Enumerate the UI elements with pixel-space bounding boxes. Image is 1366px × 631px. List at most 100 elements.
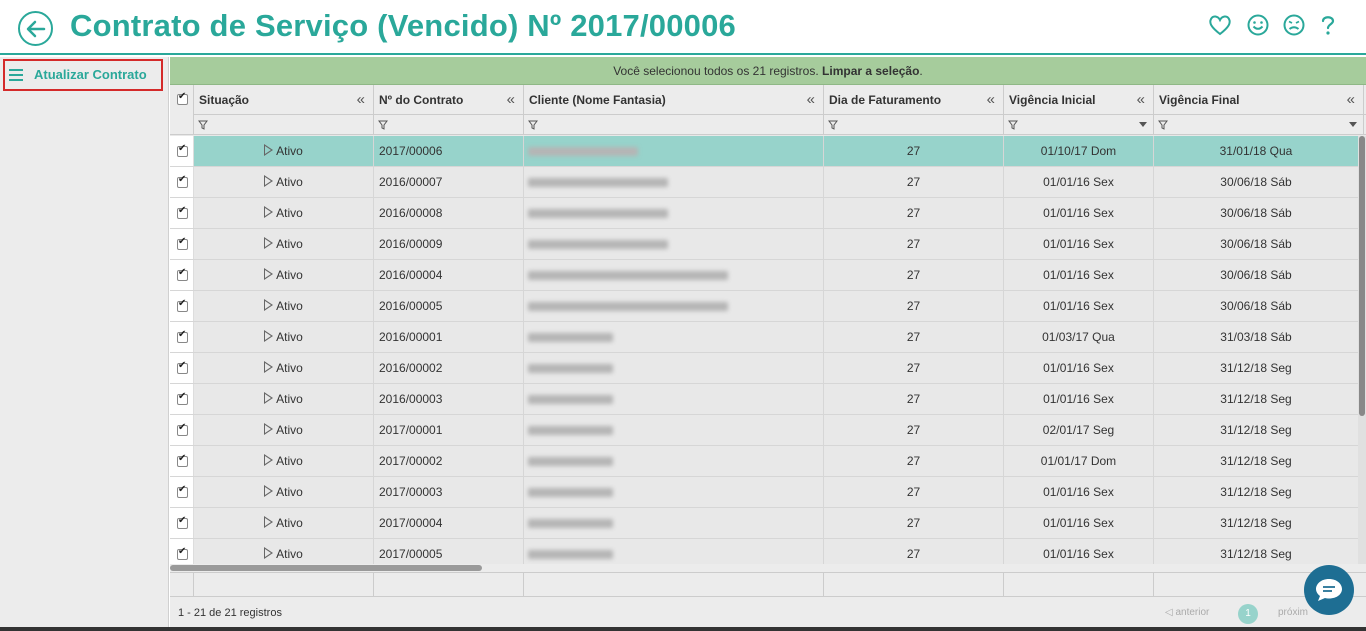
table-row[interactable]: Ativo2017/00003 2701/01/16 Sex 31/12/18 Se… (170, 477, 1358, 508)
column-header-end-date[interactable]: Vigência Final « (1154, 85, 1364, 115)
cell-start-date: 01/01/16 Sex (1004, 353, 1154, 383)
select-all-cell (170, 85, 194, 115)
table-row[interactable]: Ativo2016/00003 2701/01/16 Sex 31/12/18 Se… (170, 384, 1358, 415)
filter-end-date[interactable] (1154, 115, 1364, 135)
cell-start-date: 01/01/17 Dom (1004, 446, 1154, 476)
table-row[interactable]: Ativo2017/00006 2701/10/17 Dom 31/01/18 Qu… (170, 136, 1358, 167)
footer-cell (170, 573, 194, 597)
cell-contract-number: 2016/00007 (374, 167, 524, 197)
redacted-client-name (528, 395, 613, 404)
row-checkbox[interactable] (177, 391, 188, 405)
redacted-client-name (528, 178, 668, 187)
cell-client (524, 415, 824, 445)
row-checkbox[interactable] (177, 484, 188, 498)
horizontal-scrollbar-thumb[interactable] (170, 565, 482, 571)
horizontal-scrollbar[interactable] (170, 564, 1366, 572)
table-row[interactable]: Ativo2016/00002 2701/01/16 Sex 31/12/18 Se… (170, 353, 1358, 384)
help-button[interactable] (1315, 12, 1341, 38)
column-header-start-date[interactable]: Vigência Inicial « (1004, 85, 1154, 115)
pager-previous-button[interactable]: ◁ anterior (1165, 607, 1209, 618)
hamburger-icon (9, 69, 23, 81)
play-icon (264, 237, 274, 249)
row-checkbox[interactable] (177, 143, 188, 157)
row-checkbox-cell (170, 322, 194, 352)
filter-dropdown-icon[interactable] (1139, 122, 1147, 127)
row-checkbox[interactable] (177, 174, 188, 188)
column-header-billing-day[interactable]: Dia de Faturamento « (824, 85, 1004, 115)
vertical-scrollbar[interactable] (1358, 136, 1366, 564)
positive-feedback-button[interactable] (1245, 12, 1271, 38)
clear-selection-link[interactable]: Limpar a seleção (822, 64, 919, 78)
collapse-column-icon[interactable]: « (1137, 85, 1145, 115)
filter-client[interactable] (524, 115, 824, 135)
cell-end-date: 31/12/18 Seg (1220, 485, 1292, 499)
row-checkbox[interactable] (177, 298, 188, 312)
row-checkbox-cell (170, 353, 194, 383)
cell-end-date: 31/12/18 Seg (1220, 361, 1292, 375)
sidebar-item-atualizar-contrato[interactable]: Atualizar Contrato (3, 59, 163, 91)
cell-situacao: Ativo (194, 539, 374, 564)
collapse-column-icon[interactable]: « (807, 85, 815, 115)
row-checkbox[interactable] (177, 360, 188, 374)
selection-banner: Você selecionou todos os 21 registros. L… (170, 57, 1366, 85)
table-row[interactable]: Ativo2017/00005 2701/01/16 Sex 31/12/18 Se… (170, 539, 1358, 564)
vertical-scrollbar-thumb[interactable] (1359, 136, 1365, 416)
back-button[interactable] (18, 11, 53, 46)
pager: 1 - 21 de 21 registros ◁ anterior 1 próx… (170, 597, 1366, 631)
row-checkbox[interactable] (177, 329, 188, 343)
collapse-column-icon[interactable]: « (507, 85, 515, 115)
redacted-client-name (528, 333, 613, 342)
row-checkbox[interactable] (177, 236, 188, 250)
table-row[interactable]: Ativo2017/00002 2701/01/17 Dom 31/12/18 Se… (170, 446, 1358, 477)
row-checkbox-cell (170, 136, 194, 166)
cell-end-date: 31/12/18 Seg (1220, 392, 1292, 406)
redacted-client-name (528, 457, 613, 466)
negative-feedback-button[interactable] (1281, 12, 1307, 38)
footer-cell (194, 573, 374, 597)
cell-contract-number: 2016/00002 (374, 353, 524, 383)
cell-billing-day: 27 (824, 198, 1004, 228)
table-row[interactable]: Ativo2017/00001 2702/01/17 Seg 31/12/18 Se… (170, 415, 1358, 446)
filter-contract-number[interactable] (374, 115, 524, 135)
column-header-contract-number[interactable]: Nº do Contrato « (374, 85, 524, 115)
column-header-situacao[interactable]: Situação « (194, 85, 374, 115)
filter-billing-day[interactable] (824, 115, 1004, 135)
cell-client (524, 291, 824, 321)
table-row[interactable]: Ativo2016/00008 2701/01/16 Sex 30/06/18 Sá… (170, 198, 1358, 229)
row-checkbox[interactable] (177, 453, 188, 467)
back-arrow-icon (26, 20, 46, 38)
table-row[interactable]: Ativo2016/00004 2701/01/16 Sex 30/06/18 Sá… (170, 260, 1358, 291)
table-row[interactable]: Ativo2016/00005 2701/01/16 Sex 30/06/18 Sá… (170, 291, 1358, 322)
filter-dropdown-icon[interactable] (1349, 122, 1357, 127)
cell-end-date: 31/12/18 Seg (1220, 454, 1292, 468)
cell-client (524, 384, 824, 414)
row-checkbox[interactable] (177, 267, 188, 281)
favorite-button[interactable] (1207, 12, 1233, 38)
collapse-column-icon[interactable]: « (1347, 85, 1355, 115)
table-row[interactable]: Ativo2016/00009 2701/01/16 Sex 30/06/18 Sá… (170, 229, 1358, 260)
row-checkbox[interactable] (177, 515, 188, 529)
chat-button[interactable] (1304, 565, 1354, 615)
page-title: Contrato de Serviço (Vencido) Nº 2017/00… (70, 8, 737, 43)
cell-billing-day: 27 (824, 539, 1004, 564)
collapse-column-icon[interactable]: « (357, 85, 365, 115)
cell-situacao: Ativo (194, 291, 374, 321)
cell-start-date: 01/03/17 Qua (1004, 322, 1154, 352)
row-checkbox-cell (170, 291, 194, 321)
cell-billing-day: 27 (824, 508, 1004, 538)
filter-situacao[interactable] (194, 115, 374, 135)
table-row[interactable]: Ativo2016/00001 2701/03/17 Qua 31/03/18 Sá… (170, 322, 1358, 353)
select-all-checkbox[interactable] (177, 91, 188, 105)
filter-start-date[interactable] (1004, 115, 1154, 135)
collapse-column-icon[interactable]: « (987, 85, 995, 115)
pager-page-button[interactable]: 1 (1238, 604, 1258, 624)
row-checkbox[interactable] (177, 205, 188, 219)
pager-next-button[interactable]: próxim (1278, 607, 1308, 618)
cell-end-date: 31/12/18 Seg (1220, 423, 1292, 437)
row-checkbox[interactable] (177, 422, 188, 436)
table-row[interactable]: Ativo2016/00007 2701/01/16 Sex 30/06/18 Sá… (170, 167, 1358, 198)
table-row[interactable]: Ativo2017/00004 2701/01/16 Sex 31/12/18 Se… (170, 508, 1358, 539)
row-checkbox[interactable] (177, 546, 188, 560)
play-icon (264, 547, 274, 559)
column-header-client[interactable]: Cliente (Nome Fantasia) « (524, 85, 824, 115)
